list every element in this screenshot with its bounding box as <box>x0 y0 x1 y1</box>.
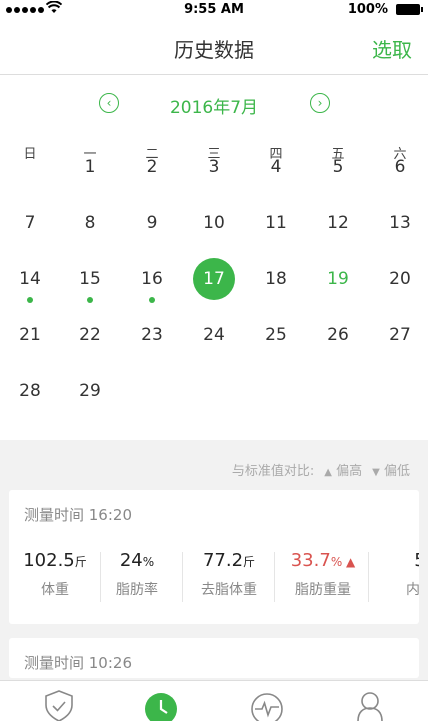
metric-value: 24% <box>119 550 155 571</box>
calendar-day[interactable]: 9 <box>132 203 172 243</box>
calendar-day[interactable]: 2 <box>132 147 172 187</box>
metric-value: 5 <box>374 550 419 571</box>
metric-label: 脂肪重量 <box>295 582 351 598</box>
page-title: 历史数据 <box>174 38 254 62</box>
calendar-day[interactable]: 25 <box>256 315 296 355</box>
calendar-day[interactable]: 14 <box>10 259 50 303</box>
arrow-up-icon: ▲ <box>342 555 356 569</box>
measurement-card[interactable]: 测量时间 16:20 102.5斤 体重 24% 脂肪率 77.2斤 去脂体重 33.7% … <box>9 490 419 624</box>
metric-unit: 斤 <box>243 555 256 569</box>
calendar-day[interactable]: 29 <box>70 371 110 411</box>
measurement-card[interactable]: 测量时间 10:26 <box>9 638 419 678</box>
metric-divider <box>368 552 369 602</box>
measurement-time: 测量时间 16:20 <box>24 506 132 524</box>
calendar-day[interactable]: 22 <box>70 315 110 355</box>
calendar-day[interactable]: 26 <box>318 315 358 355</box>
calendar-day[interactable]: 20 <box>380 259 420 299</box>
metrics-row: 102.5斤体重 24% 脂肪率 77.2斤去脂体重 33.7% ▲ 脂肪重量 5 内脏 <box>9 550 419 610</box>
metric-unit: % <box>330 555 343 569</box>
shield-check-icon[interactable] <box>39 687 79 721</box>
metric-unit: % <box>142 555 155 569</box>
legend-label: 与标准值对比: <box>231 464 315 479</box>
calendar-day[interactable]: 10 <box>194 203 234 243</box>
clock-icon[interactable] <box>141 687 181 721</box>
calendar-day[interactable]: 1 <box>70 147 110 187</box>
battery-icon <box>396 4 423 15</box>
month-label: 2016年7月 <box>169 98 259 118</box>
calendar-day[interactable]: 27 <box>380 315 420 355</box>
status-bar: 9:55 AM 100% <box>0 0 428 20</box>
navbar: 历史数据 选取 <box>0 20 428 75</box>
metric: 33.7% ▲ 脂肪重量 <box>277 550 369 606</box>
measurement-time: 测量时间 10:26 <box>24 654 132 672</box>
calendar-day[interactable]: 21 <box>10 315 50 355</box>
calendar-day[interactable]: 12 <box>318 203 358 243</box>
heartbeat-icon[interactable] <box>247 687 287 721</box>
calendar-day[interactable]: 16 <box>132 259 172 303</box>
battery-percent: 100% <box>347 2 388 17</box>
weekday-label: 日 <box>23 147 37 162</box>
calendar-day[interactable]: 23 <box>132 315 172 355</box>
metric-value: 102.5斤 <box>23 550 87 571</box>
metric: 24% 脂肪率 <box>91 550 183 606</box>
metric-label: 去脂体重 <box>201 582 257 598</box>
calendar-day[interactable]: 13 <box>380 203 420 243</box>
metric-value: 77.2斤 <box>202 550 256 571</box>
has-data-dot <box>27 297 33 303</box>
profile-icon[interactable] <box>350 687 390 721</box>
metric-label: 体重 <box>41 582 69 598</box>
metric-label: 脂肪率 <box>116 582 158 598</box>
metric-label: 内脏 <box>406 582 419 598</box>
calendar-day[interactable]: 7 <box>10 203 50 243</box>
month-header: ‹ 2016年7月 › <box>0 93 428 119</box>
calendar-day[interactable]: 4 <box>256 147 296 187</box>
metric: 77.2斤去脂体重 <box>183 550 275 606</box>
calendar-day[interactable]: 28 <box>10 371 50 411</box>
legend-low: 偏低 <box>383 464 410 479</box>
has-data-dot <box>87 297 93 303</box>
calendar-day[interactable]: 11 <box>256 203 296 243</box>
metric: 5 内脏 <box>374 550 419 606</box>
has-data-dot <box>149 297 155 303</box>
calendar-day[interactable]: 18 <box>256 259 296 299</box>
metric: 102.5斤体重 <box>9 550 101 606</box>
calendar-day[interactable]: 24 <box>194 315 234 355</box>
legend-high: 偏高 <box>336 464 363 479</box>
arrow-up-icon: ▲ <box>324 467 332 478</box>
calendar: ‹ 2016年7月 › 日一二三四五六 1 2 3 4 5 6 7 8 9 10 11 12 13 14 1… <box>0 75 428 440</box>
select-button[interactable]: 选取 <box>372 34 412 63</box>
tab-bar <box>0 680 428 721</box>
next-month-button[interactable]: › <box>310 93 330 113</box>
calendar-day[interactable]: 3 <box>194 147 234 187</box>
comparison-legend: 与标准值对比: ▲ 偏高 ▼ 偏低 <box>232 460 410 479</box>
calendar-day[interactable]: 8 <box>70 203 110 243</box>
metric-divider <box>274 552 275 602</box>
arrow-down-icon: ▼ <box>372 467 380 478</box>
calendar-day[interactable]: 19 <box>318 259 358 299</box>
calendar-day[interactable]: 15 <box>70 259 110 303</box>
calendar-day[interactable]: 6 <box>380 147 420 187</box>
metric-unit: 斤 <box>74 555 87 569</box>
calendar-day[interactable]: 17 <box>193 258 235 300</box>
metric-value: 33.7% ▲ <box>290 550 356 571</box>
calendar-day[interactable]: 5 <box>318 147 358 187</box>
